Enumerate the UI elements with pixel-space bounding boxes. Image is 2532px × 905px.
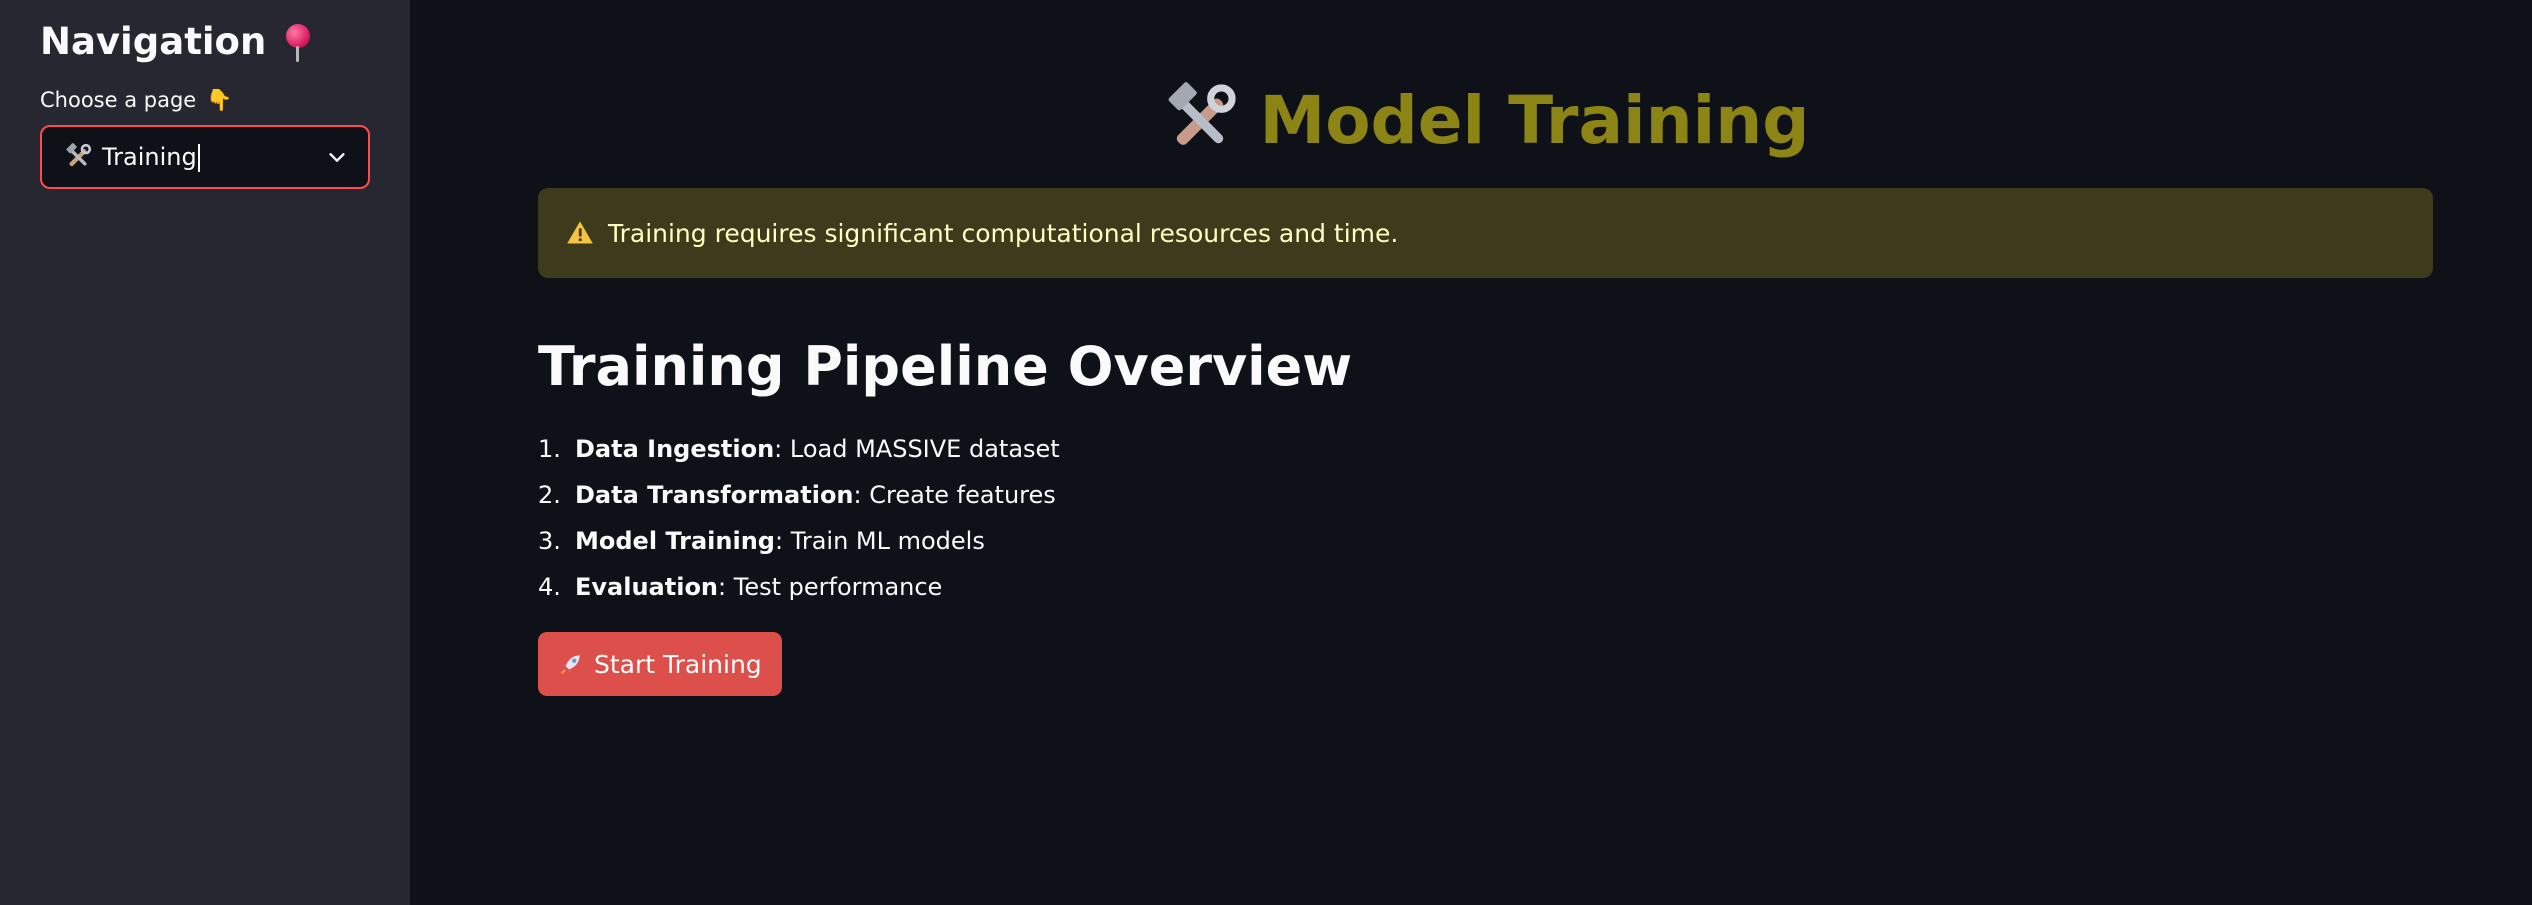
page-select-value: Training [102, 143, 326, 172]
list-item-number: 1. [538, 435, 561, 463]
page-select-value-text: Training [102, 142, 197, 171]
page-title: Model Training [538, 80, 2433, 160]
start-training-label: Start Training [594, 649, 762, 679]
warning-icon [567, 221, 593, 244]
hammer-and-wrench-icon [66, 143, 92, 167]
warning-text: Training requires significant computatio… [608, 218, 1399, 248]
select-label: Choose a page 👇 [40, 86, 370, 114]
list-item-label: Evaluation [575, 573, 719, 601]
sidebar-title: Navigation [40, 18, 370, 66]
select-label-text: Choose a page [40, 88, 197, 112]
page-select[interactable]: Training [40, 125, 370, 189]
section-title: Training Pipeline Overview [538, 335, 1353, 398]
chevron-down-icon[interactable] [326, 146, 348, 168]
page-title-text: Model Training [1259, 81, 1810, 159]
app: Navigation Choose a page 👇 Training Mode… [0, 0, 2532, 905]
list-item: 1. Data Ingestion : Load MASSIVE dataset [538, 426, 2433, 472]
main-area: Model Training Training requires signifi… [410, 0, 2532, 905]
start-training-button[interactable]: Start Training [538, 632, 782, 696]
list-item: 3. Model Training : Train ML models [538, 518, 2433, 564]
sidebar-title-text: Navigation [40, 20, 267, 63]
list-item-label: Model Training [575, 527, 775, 555]
hammer-and-wrench-icon [1168, 82, 1236, 145]
main-content: Model Training Training requires signifi… [538, 0, 2433, 696]
list-item-number: 3. [538, 527, 561, 555]
list-item-number: 4. [538, 573, 561, 601]
warning-alert: Training requires significant computatio… [538, 188, 2433, 278]
list-item-desc: : Load MASSIVE dataset [774, 435, 1060, 463]
pipeline-list: 1. Data Ingestion : Load MASSIVE dataset… [538, 426, 2433, 610]
list-item-desc: : Create features [853, 481, 1056, 509]
list-item-label: Data Ingestion [575, 435, 775, 463]
text-cursor [197, 143, 200, 172]
list-item: 4. Evaluation : Test performance [538, 564, 2433, 610]
list-item-desc: : Train ML models [774, 527, 985, 555]
list-item-label: Data Transformation [575, 481, 854, 509]
rocket-icon [561, 655, 580, 674]
sidebar: Navigation Choose a page 👇 Training [0, 0, 410, 905]
list-item: 2. Data Transformation : Create features [538, 472, 2433, 518]
pushpin-icon [280, 22, 314, 62]
list-item-number: 2. [538, 481, 561, 509]
list-item-desc: : Test performance [718, 573, 943, 601]
pointing-down-hand-icon: 👇 [206, 88, 233, 112]
